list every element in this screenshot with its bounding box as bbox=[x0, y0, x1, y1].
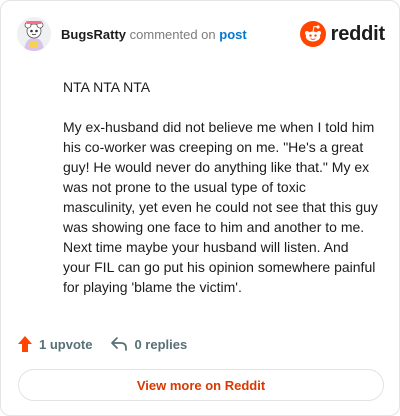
brand-wordmark: reddit bbox=[330, 22, 386, 45]
reply-button[interactable]: 0 replies bbox=[110, 336, 187, 352]
reddit-brand[interactable]: reddit bbox=[299, 19, 386, 49]
view-more-label: View more on Reddit bbox=[136, 377, 266, 393]
post-link[interactable]: post bbox=[219, 27, 246, 42]
comment-header: BugsRatty commented on post reddit bbox=[17, 17, 385, 51]
action-text: commented on bbox=[129, 27, 216, 42]
reddit-logo-icon bbox=[299, 21, 326, 47]
comment-card: BugsRatty commented on post reddit NTA N… bbox=[0, 0, 400, 416]
upvote-count: 1 upvote bbox=[39, 336, 93, 352]
comment-paragraph: NTA NTA NTA bbox=[63, 79, 151, 95]
user-avatar[interactable] bbox=[17, 17, 51, 51]
upvote-arrow-icon bbox=[18, 336, 32, 352]
view-more-button[interactable]: View more on Reddit bbox=[18, 369, 384, 401]
avatar-icon bbox=[17, 17, 51, 51]
reply-count: 0 replies bbox=[134, 336, 188, 352]
comment-body: NTA NTA NTA My ex-husband did not believ… bbox=[63, 77, 379, 317]
comment-paragraph: My ex-husband did not believe me when I … bbox=[63, 119, 378, 295]
username-link[interactable]: BugsRatty bbox=[61, 27, 126, 42]
comment-actions: 1 upvote 0 replies bbox=[17, 335, 205, 353]
upvote-button[interactable]: 1 upvote bbox=[17, 335, 92, 353]
byline: BugsRatty commented on post bbox=[61, 27, 247, 43]
reply-arrow-icon bbox=[111, 337, 128, 351]
